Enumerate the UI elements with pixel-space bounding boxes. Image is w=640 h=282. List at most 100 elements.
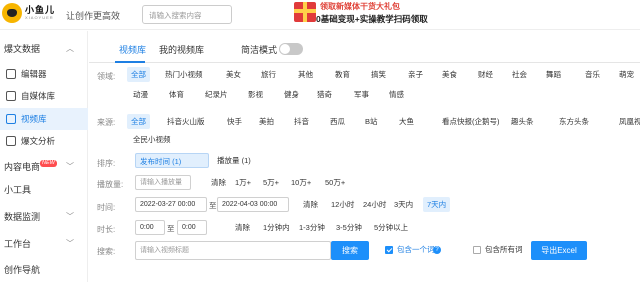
sidebar-item-video-library[interactable]: 视频库 [0, 108, 88, 130]
sidebar-group-content-ecommerce[interactable]: 内容电商 NEW ﹀ [0, 157, 88, 177]
search-button[interactable]: 搜索 [331, 241, 369, 260]
simple-mode-toggle[interactable] [279, 43, 303, 55]
domain-option-more-5[interactable]: 猎奇 [313, 87, 336, 102]
sidebar-group-monitoring[interactable]: 数据监测 ﹀ [0, 207, 88, 227]
domain-option-more-6[interactable]: 军事 [350, 87, 373, 102]
domain-option-7[interactable]: 亲子 [404, 67, 427, 82]
time-from-input[interactable]: 2022-03-27 00:00 [135, 197, 207, 212]
sidebar-item-media-library[interactable]: 自媒体库 [0, 85, 88, 107]
domain-option-more-2[interactable]: 纪录片 [201, 87, 232, 102]
source-option-more-0[interactable]: 全民小视频 [129, 132, 175, 147]
domain-option-more-0[interactable]: 动漫 [129, 87, 152, 102]
sort-by-plays[interactable]: 播放量 (1) [213, 153, 255, 168]
source-option-7[interactable]: 大鱼 [395, 114, 418, 129]
tab-video-library[interactable]: 视频库 [119, 43, 146, 56]
video-title-search-input[interactable]: 请输入视频标题 [135, 241, 331, 260]
duration-max-input[interactable]: 0:00 [177, 220, 207, 235]
duration-option-1[interactable]: 1分钟内 [259, 220, 294, 235]
domain-option-6[interactable]: 搞笑 [367, 67, 390, 82]
time-option-1[interactable]: 12小时 [327, 197, 358, 212]
time-label: 时间: [97, 203, 116, 212]
simple-mode-label: 简洁模式 [241, 45, 278, 55]
plays-option-1[interactable]: 1万+ [231, 175, 255, 190]
time-to-input[interactable]: 2022-04-03 00:00 [217, 197, 289, 212]
plays-input[interactable]: 请输入播放量 [135, 175, 191, 190]
domain-option-more-3[interactable]: 影视 [244, 87, 267, 102]
sidebar-group-hot-data[interactable]: 爆文数据 ︿ [0, 39, 88, 59]
domain-option-9[interactable]: 财经 [474, 67, 497, 82]
duration-option-3[interactable]: 3-5分钟 [332, 220, 366, 235]
global-search-input[interactable]: 请输入搜索内容 [142, 5, 232, 24]
domain-option-more-7[interactable]: 情感 [385, 87, 408, 102]
source-option-0[interactable]: 全部 [127, 114, 150, 129]
chevron-down-icon: ﹀ [66, 212, 74, 221]
source-option-2[interactable]: 快手 [223, 114, 246, 129]
time-option-2[interactable]: 24小时 [359, 197, 390, 212]
contains-one-checkbox[interactable] [385, 246, 393, 254]
domain-label: 领域: [97, 72, 116, 81]
domain-option-2[interactable]: 美女 [222, 67, 245, 82]
editor-icon [6, 69, 16, 79]
promo-subtitle: 0基础变现+实操教学扫码领取 [316, 14, 428, 24]
duration-option-2[interactable]: 1-3分钟 [295, 220, 329, 235]
domain-option-more-1[interactable]: 体育 [165, 87, 188, 102]
source-option-5[interactable]: 西瓜 [326, 114, 349, 129]
slogan: 让创作更高效 [66, 11, 121, 21]
promo-title: 领取新媒体干货大礼包 [320, 2, 400, 11]
duration-option-0[interactable]: 清除 [231, 220, 254, 235]
domain-option-5[interactable]: 教育 [331, 67, 354, 82]
domain-option-8[interactable]: 美食 [438, 67, 461, 82]
analysis-icon [6, 136, 16, 146]
promo-banner[interactable]: 领取新媒体干货大礼包 0基础变现+实操教学扫码领取 [294, 0, 444, 26]
duration-min-input[interactable]: 0:00 [135, 220, 165, 235]
duration-label: 时长: [97, 225, 116, 234]
top-bar: 小鱼儿 XIAOYUER 让创作更高效 请输入搜索内容 领取新媒体干货大礼包 0… [0, 0, 640, 30]
domain-option-3[interactable]: 旅行 [257, 67, 280, 82]
chevron-down-icon: ﹀ [66, 239, 74, 248]
source-option-6[interactable]: B站 [361, 114, 382, 129]
plays-label: 播放量: [97, 180, 124, 189]
domain-option-1[interactable]: 热门小视频 [161, 67, 207, 82]
help-icon[interactable]: ? [433, 246, 441, 254]
domain-option-0[interactable]: 全部 [127, 67, 150, 82]
domain-option-more-4[interactable]: 健身 [280, 87, 303, 102]
chevron-up-icon: ︿ [66, 44, 74, 53]
search-label: 搜索: [97, 247, 116, 256]
sidebar-group-creation-nav[interactable]: 创作导航 [0, 260, 88, 280]
domain-option-13[interactable]: 萌宠 [615, 67, 638, 82]
plays-option-2[interactable]: 5万+ [259, 175, 283, 190]
domain-option-12[interactable]: 音乐 [581, 67, 604, 82]
logo-subtitle: XIAOYUER [25, 15, 54, 20]
duration-option-4[interactable]: 5分钟以上 [370, 220, 412, 235]
plays-option-3[interactable]: 10万+ [287, 175, 315, 190]
domain-option-4[interactable]: 其他 [294, 67, 317, 82]
time-option-3[interactable]: 3天内 [390, 197, 417, 212]
tab-my-video-library[interactable]: 我的视频库 [159, 43, 204, 56]
contains-one-label: 包含一个词 [397, 245, 435, 254]
time-option-4[interactable]: 7天内 [423, 197, 451, 212]
sort-label: 排序: [97, 159, 116, 168]
plays-option-0[interactable]: 清除 [207, 175, 230, 190]
main-content: 视频库 我的视频库 简洁模式 领域: 全部 热门小视频 美女 旅行 其他 教育 搞笑 亲子 美食… [89, 31, 640, 282]
sidebar-item-editor[interactable]: 编辑器 [0, 63, 88, 85]
source-option-10[interactable]: 东方头条 [555, 114, 593, 129]
chevron-down-icon: ﹀ [66, 162, 74, 171]
domain-option-10[interactable]: 社会 [508, 67, 531, 82]
sort-by-publish-time[interactable]: 发布时间 (1) [135, 153, 209, 168]
source-option-11[interactable]: 凤凰视频 [615, 114, 640, 129]
source-option-1[interactable]: 抖音火山版 [163, 114, 209, 129]
source-option-8[interactable]: 看点快报(企鹅号) [438, 114, 504, 129]
time-option-0[interactable]: 清除 [299, 197, 322, 212]
logo[interactable]: 小鱼儿 XIAOYUER [2, 3, 55, 23]
sidebar-item-hot-analysis[interactable]: 爆文分析 [0, 130, 88, 152]
export-excel-button[interactable]: 导出Excel [531, 241, 587, 260]
domain-option-11[interactable]: 舞蹈 [542, 67, 565, 82]
source-option-9[interactable]: 趣头条 [507, 114, 538, 129]
contains-all-label: 包含所有词 [485, 245, 523, 254]
sidebar-group-workbench[interactable]: 工作台 ﹀ [0, 234, 88, 254]
source-option-4[interactable]: 抖音 [290, 114, 313, 129]
plays-option-4[interactable]: 50万+ [321, 175, 349, 190]
source-option-3[interactable]: 美拍 [255, 114, 278, 129]
contains-all-checkbox[interactable] [473, 246, 481, 254]
sidebar-group-tools[interactable]: 小工具 [0, 180, 88, 200]
